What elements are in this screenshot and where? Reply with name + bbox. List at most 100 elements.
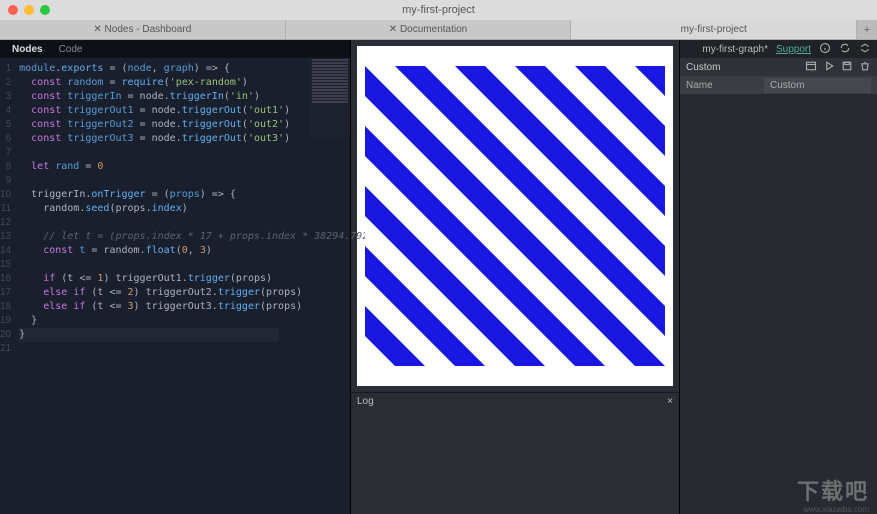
tab-label: my-first-project [681, 24, 747, 35]
triangle-cell [425, 66, 455, 96]
triangle-cell [605, 126, 635, 156]
triangle-cell [365, 216, 395, 246]
triangle-cell [425, 126, 455, 156]
triangle-cell [425, 276, 455, 306]
triangle-cell [395, 336, 425, 366]
canvas-preview[interactable] [357, 46, 673, 386]
minimap[interactable] [310, 58, 350, 138]
section-title: Custom [686, 62, 720, 73]
play-icon[interactable] [823, 60, 835, 75]
triangle-cell [575, 186, 605, 216]
triangle-cell [365, 306, 395, 336]
triangle-cell [515, 306, 545, 336]
triangle-cell [545, 336, 575, 366]
maximize-window-button[interactable] [40, 5, 50, 15]
col-custom-value[interactable]: Custom [764, 78, 871, 93]
window-title: my-first-project [0, 4, 877, 16]
triangle-cell [455, 276, 485, 306]
inspector-toolbar: my-first-graph* Support [680, 40, 877, 58]
project-tab-dashboard[interactable]: ✕ Nodes - Dashboard [0, 20, 286, 39]
triangle-cell [425, 186, 455, 216]
triangle-cell [365, 246, 395, 276]
triangle-cell [575, 276, 605, 306]
triangle-cell [365, 186, 395, 216]
preview-panel: Log × [350, 40, 680, 514]
info-icon[interactable] [819, 42, 831, 57]
triangle-cell [395, 306, 425, 336]
triangle-cell [575, 126, 605, 156]
project-tab-documentation[interactable]: ✕ Documentation [286, 20, 572, 39]
minimize-window-button[interactable] [24, 5, 34, 15]
triangle-cell [455, 126, 485, 156]
triangle-cell [635, 126, 665, 156]
triangle-cell [575, 336, 605, 366]
add-tab-button[interactable]: + [857, 20, 877, 39]
expand-icon[interactable] [859, 42, 871, 57]
triangle-cell [575, 306, 605, 336]
triangle-cell [515, 336, 545, 366]
triangle-cell [395, 276, 425, 306]
line-number: 14 [0, 244, 15, 258]
triangle-cell [635, 66, 665, 96]
triangle-cell [635, 246, 665, 276]
triangle-cell [395, 66, 425, 96]
main-area: Nodes Code 1 2 3 4 5 6 7 8 9 10 11 12 13… [0, 40, 877, 514]
log-close-icon[interactable]: × [667, 396, 673, 407]
triangle-grid [365, 66, 665, 366]
trash-icon[interactable] [859, 60, 871, 75]
triangle-cell [605, 66, 635, 96]
line-number: 15 [0, 258, 15, 272]
triangle-cell [455, 216, 485, 246]
triangle-cell [515, 276, 545, 306]
triangle-cell [425, 246, 455, 276]
log-body[interactable] [351, 410, 679, 514]
triangle-cell [575, 216, 605, 246]
triangle-cell [545, 66, 575, 96]
triangle-cell [365, 276, 395, 306]
triangle-cell [425, 336, 455, 366]
close-window-button[interactable] [8, 5, 18, 15]
triangle-cell [515, 66, 545, 96]
triangle-cell [455, 336, 485, 366]
line-number: 13 [0, 230, 15, 244]
triangle-cell [485, 96, 515, 126]
graph-name: my-first-graph* [702, 44, 768, 55]
sync-icon[interactable] [839, 42, 851, 57]
line-number: 8 [0, 160, 15, 174]
triangle-cell [545, 156, 575, 186]
triangle-cell [605, 276, 635, 306]
view-tab-nodes[interactable]: Nodes [4, 42, 51, 57]
cursor-line: } [19, 328, 279, 342]
line-number: 7 [0, 146, 15, 160]
triangle-cell [575, 156, 605, 186]
save-icon[interactable] [841, 60, 853, 75]
triangle-cell [395, 156, 425, 186]
support-link[interactable]: Support [776, 44, 811, 55]
triangle-cell [485, 276, 515, 306]
layout-icon[interactable] [805, 60, 817, 75]
triangle-cell [395, 246, 425, 276]
triangle-cell [515, 186, 545, 216]
line-number: 1 [0, 62, 15, 76]
triangle-cell [545, 216, 575, 246]
triangle-cell [365, 66, 395, 96]
project-tab-my-first-project[interactable]: my-first-project [571, 20, 857, 39]
triangle-cell [485, 186, 515, 216]
inspector-section-header: Custom [680, 58, 877, 76]
line-number: 10 [0, 188, 15, 202]
triangle-cell [635, 186, 665, 216]
inspector-columns: Name Custom [680, 76, 877, 94]
line-gutter: 1 2 3 4 5 6 7 8 9 10 11 12 13 14 15 16 1… [0, 58, 15, 514]
triangle-cell [545, 186, 575, 216]
triangle-cell [365, 336, 395, 366]
triangle-cell [485, 306, 515, 336]
triangle-cell [365, 126, 395, 156]
triangle-cell [485, 126, 515, 156]
triangle-cell [455, 96, 485, 126]
view-tab-code[interactable]: Code [51, 42, 91, 57]
line-number: 17 [0, 286, 15, 300]
code-editor[interactable]: 1 2 3 4 5 6 7 8 9 10 11 12 13 14 15 16 1… [0, 58, 350, 514]
triangle-cell [365, 156, 395, 186]
view-tabs: Nodes Code [0, 40, 350, 58]
triangle-cell [455, 156, 485, 186]
